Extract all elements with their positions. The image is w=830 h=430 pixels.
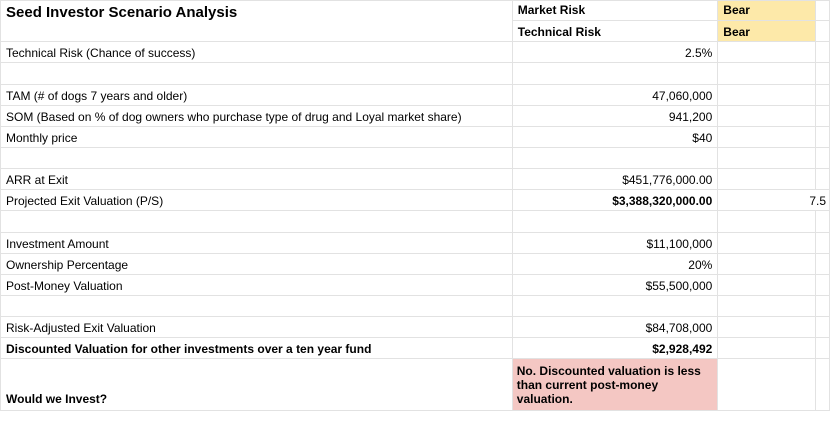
post-money-label[interactable]: Post-Money Valuation (0, 274, 513, 296)
empty-cell[interactable] (815, 232, 830, 254)
spreadsheet: Seed Investor Scenario Analysis Market R… (0, 0, 830, 430)
empty-cell[interactable] (815, 0, 830, 21)
som-value[interactable]: 941,200 (511, 105, 719, 127)
technical-risk-header-label[interactable]: Technical Risk (511, 20, 719, 42)
arr-value[interactable]: $451,776,000.00 (511, 168, 719, 190)
technical-risk-header-value[interactable]: Bear (717, 20, 816, 42)
empty-cell[interactable] (815, 41, 830, 63)
arr-label[interactable]: ARR at Exit (0, 168, 513, 190)
empty-cell[interactable] (511, 147, 719, 169)
tam-value[interactable]: 47,060,000 (511, 84, 719, 106)
market-risk-label[interactable]: Market Risk (511, 0, 719, 21)
investment-amount-label[interactable]: Investment Amount (0, 232, 513, 254)
empty-cell[interactable] (717, 295, 816, 317)
discounted-valuation-label[interactable]: Discounted Valuation for other investmen… (0, 337, 513, 359)
ownership-label[interactable]: Ownership Percentage (0, 253, 513, 275)
empty-cell[interactable] (717, 84, 816, 106)
empty-cell[interactable] (815, 126, 830, 148)
empty-cell[interactable] (0, 62, 513, 85)
monthly-price-value[interactable]: $40 (511, 126, 719, 148)
would-we-invest-label[interactable]: Would we Invest? (0, 358, 513, 411)
empty-cell[interactable] (0, 147, 513, 169)
empty-cell[interactable] (815, 210, 830, 233)
empty-cell[interactable] (815, 105, 830, 127)
empty-cell[interactable] (717, 316, 816, 338)
post-money-value[interactable]: $55,500,000 (511, 274, 719, 296)
tam-label[interactable]: TAM (# of dogs 7 years and older) (0, 84, 513, 106)
exit-valuation-label[interactable]: Projected Exit Valuation (P/S) (0, 189, 513, 211)
som-label[interactable]: SOM (Based on % of dog owners who purcha… (0, 105, 513, 127)
market-risk-value[interactable]: Bear (717, 0, 816, 21)
empty-cell[interactable] (717, 232, 816, 254)
exit-valuation-value[interactable]: $3,388,320,000.00 (511, 189, 719, 211)
risk-adjusted-value[interactable]: $84,708,000 (511, 316, 719, 338)
empty-cell[interactable] (717, 105, 816, 127)
empty-cell[interactable] (0, 210, 513, 233)
scenario-table: Seed Investor Scenario Analysis Market R… (0, 0, 830, 411)
technical-risk-value[interactable]: 2.5% (511, 41, 719, 63)
empty-cell[interactable] (815, 168, 830, 190)
empty-cell[interactable] (717, 126, 816, 148)
empty-cell[interactable] (511, 210, 719, 233)
ownership-value[interactable]: 20% (511, 253, 719, 275)
empty-cell[interactable] (815, 337, 830, 359)
sheet-title[interactable]: Seed Investor Scenario Analysis (0, 0, 513, 42)
empty-cell[interactable] (815, 358, 830, 411)
empty-cell[interactable] (815, 316, 830, 338)
empty-cell[interactable] (815, 147, 830, 169)
empty-cell[interactable] (717, 62, 816, 85)
empty-cell[interactable] (815, 20, 830, 42)
monthly-price-label[interactable]: Monthly price (0, 126, 513, 148)
empty-cell[interactable] (717, 41, 816, 63)
empty-cell[interactable] (717, 147, 816, 169)
empty-cell[interactable] (0, 295, 513, 317)
investment-amount-value[interactable]: $11,100,000 (511, 232, 719, 254)
empty-cell[interactable] (815, 84, 830, 106)
ps-multiple-value[interactable]: 7.5 (717, 189, 830, 211)
empty-cell[interactable] (717, 168, 816, 190)
technical-risk-label[interactable]: Technical Risk (Chance of success) (0, 41, 513, 63)
discounted-valuation-value[interactable]: $2,928,492 (511, 337, 719, 359)
risk-adjusted-label[interactable]: Risk-Adjusted Exit Valuation (0, 316, 513, 338)
empty-cell[interactable] (815, 253, 830, 275)
empty-cell[interactable] (511, 295, 719, 317)
empty-cell[interactable] (815, 274, 830, 296)
empty-cell[interactable] (717, 210, 816, 233)
empty-cell[interactable] (815, 62, 830, 85)
empty-cell[interactable] (717, 253, 816, 275)
empty-cell[interactable] (815, 295, 830, 317)
empty-cell[interactable] (717, 358, 816, 411)
invest-answer[interactable]: No. Discounted valuation is less than cu… (511, 358, 719, 411)
empty-cell[interactable] (717, 274, 816, 296)
empty-cell[interactable] (717, 337, 816, 359)
empty-cell[interactable] (511, 62, 719, 85)
